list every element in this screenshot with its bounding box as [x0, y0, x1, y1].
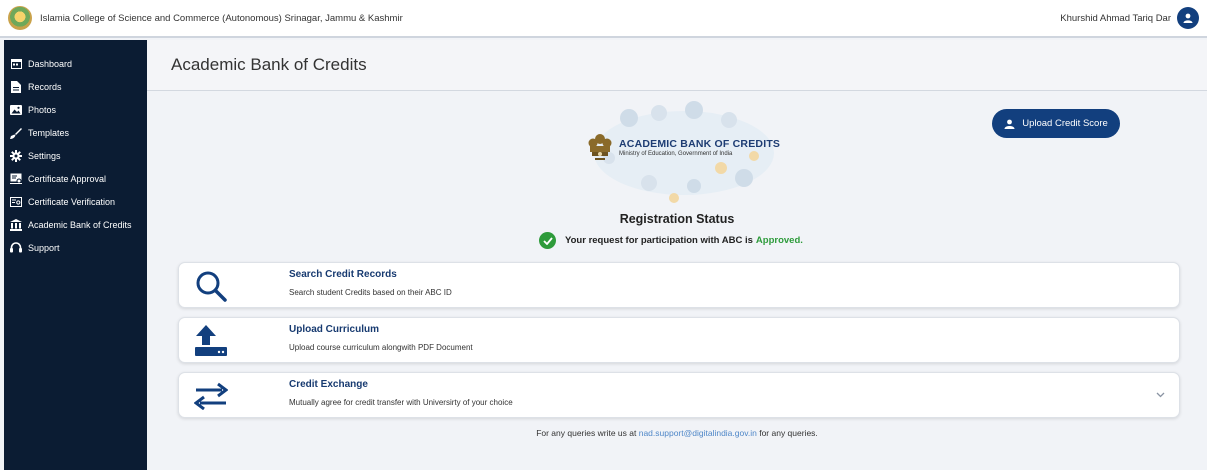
- user-menu[interactable]: Khurshid Ahmad Tariq Dar: [1060, 7, 1199, 29]
- page-header: Academic Bank of Credits: [147, 40, 1207, 91]
- upload-credit-score-button[interactable]: Upload Credit Score: [992, 109, 1120, 138]
- sidebar-item-support[interactable]: Support: [4, 236, 147, 259]
- support-email-link[interactable]: nad.support@digitalindia.gov.in: [639, 428, 757, 438]
- search-icon: [193, 269, 229, 303]
- card-title: Search Credit Records: [289, 269, 397, 280]
- main-content: Academic Bank of Credits ACADEMIC BANK O…: [147, 40, 1207, 470]
- card-description: Upload course curriculum alongwith PDF D…: [289, 343, 473, 352]
- card-title: Credit Exchange: [289, 379, 368, 390]
- abc-banner: ACADEMIC BANK OF CREDITS Ministry of Edu…: [579, 98, 784, 208]
- status-approved: Approved.: [755, 235, 803, 246]
- file-icon: [10, 80, 22, 93]
- sidebar-item-label: Records: [28, 81, 62, 92]
- exchange-icon: [193, 379, 229, 413]
- card-description: Search student Credits based on their AB…: [289, 288, 452, 297]
- check-circle-icon: [539, 232, 556, 249]
- sidebar: Dashboard Records Photos Templates Setti…: [4, 40, 147, 470]
- footer-suffix: for any queries.: [759, 428, 818, 438]
- sidebar-item-label: Settings: [28, 150, 61, 161]
- sidebar-item-label: Certificate Verification: [28, 196, 116, 207]
- status-text: Your request for participation with ABC …: [565, 235, 753, 246]
- org-name: Islamia College of Science and Commerce …: [40, 12, 403, 24]
- sidebar-item-label: Certificate Approval: [28, 173, 107, 184]
- user-name: Khurshid Ahmad Tariq Dar: [1060, 12, 1171, 24]
- card-upload-curriculum[interactable]: Upload Curriculum Upload course curricul…: [178, 317, 1180, 363]
- sidebar-item-label: Academic Bank of Credits: [28, 219, 132, 230]
- card-description: Mutually agree for credit transfer with …: [289, 398, 513, 407]
- sidebar-item-dashboard[interactable]: Dashboard: [4, 52, 147, 75]
- upload-credit-score-label: Upload Credit Score: [1022, 118, 1108, 129]
- sidebar-item-label: Photos: [28, 104, 57, 115]
- verify-icon: [10, 196, 22, 208]
- sidebar-item-label: Templates: [28, 127, 70, 138]
- chevron-down-icon[interactable]: [1156, 389, 1165, 401]
- sidebar-item-label: Support: [28, 242, 60, 253]
- footer-prefix: For any queries write us at: [536, 428, 637, 438]
- banner-title: ACADEMIC BANK OF CREDITS: [619, 138, 781, 150]
- sidebar-item-academic-bank-of-credits[interactable]: Academic Bank of Credits: [4, 213, 147, 236]
- bank-icon: [10, 218, 22, 231]
- college-logo: [8, 6, 32, 30]
- user-icon: [1183, 13, 1193, 23]
- certificate-icon: [10, 173, 22, 185]
- calendar-icon: [10, 58, 22, 70]
- sidebar-item-templates[interactable]: Templates: [4, 121, 147, 144]
- upload-icon: [193, 324, 229, 358]
- headset-icon: [10, 242, 22, 254]
- photo-icon: [10, 104, 22, 116]
- user-upload-icon: [1004, 119, 1015, 129]
- gear-icon: [10, 149, 22, 162]
- sidebar-item-settings[interactable]: Settings: [4, 144, 147, 167]
- sidebar-item-photos[interactable]: Photos: [4, 98, 147, 121]
- sidebar-item-certificate-approval[interactable]: Certificate Approval: [4, 167, 147, 190]
- card-title: Upload Curriculum: [289, 324, 380, 335]
- sidebar-item-certificate-verification[interactable]: Certificate Verification: [4, 190, 147, 213]
- top-bar: Islamia College of Science and Commerce …: [0, 0, 1207, 38]
- sidebar-item-label: Dashboard: [28, 58, 73, 69]
- card-search-credit-records[interactable]: Search Credit Records Search student Cre…: [178, 262, 1180, 308]
- banner-subtitle: Ministry of Education, Government of Ind…: [619, 151, 733, 157]
- national-emblem-icon: [588, 134, 612, 160]
- footer-note: For any queries write us at nad.support@…: [147, 428, 1207, 438]
- registration-status: Your request for participation with ABC …: [539, 232, 803, 249]
- registration-status-title: Registration Status: [619, 212, 735, 226]
- sidebar-item-records[interactable]: Records: [4, 75, 147, 98]
- page-title: Academic Bank of Credits: [171, 55, 367, 74]
- avatar[interactable]: [1177, 7, 1199, 29]
- card-credit-exchange[interactable]: Credit Exchange Mutually agree for credi…: [178, 372, 1180, 418]
- brush-icon: [10, 127, 22, 139]
